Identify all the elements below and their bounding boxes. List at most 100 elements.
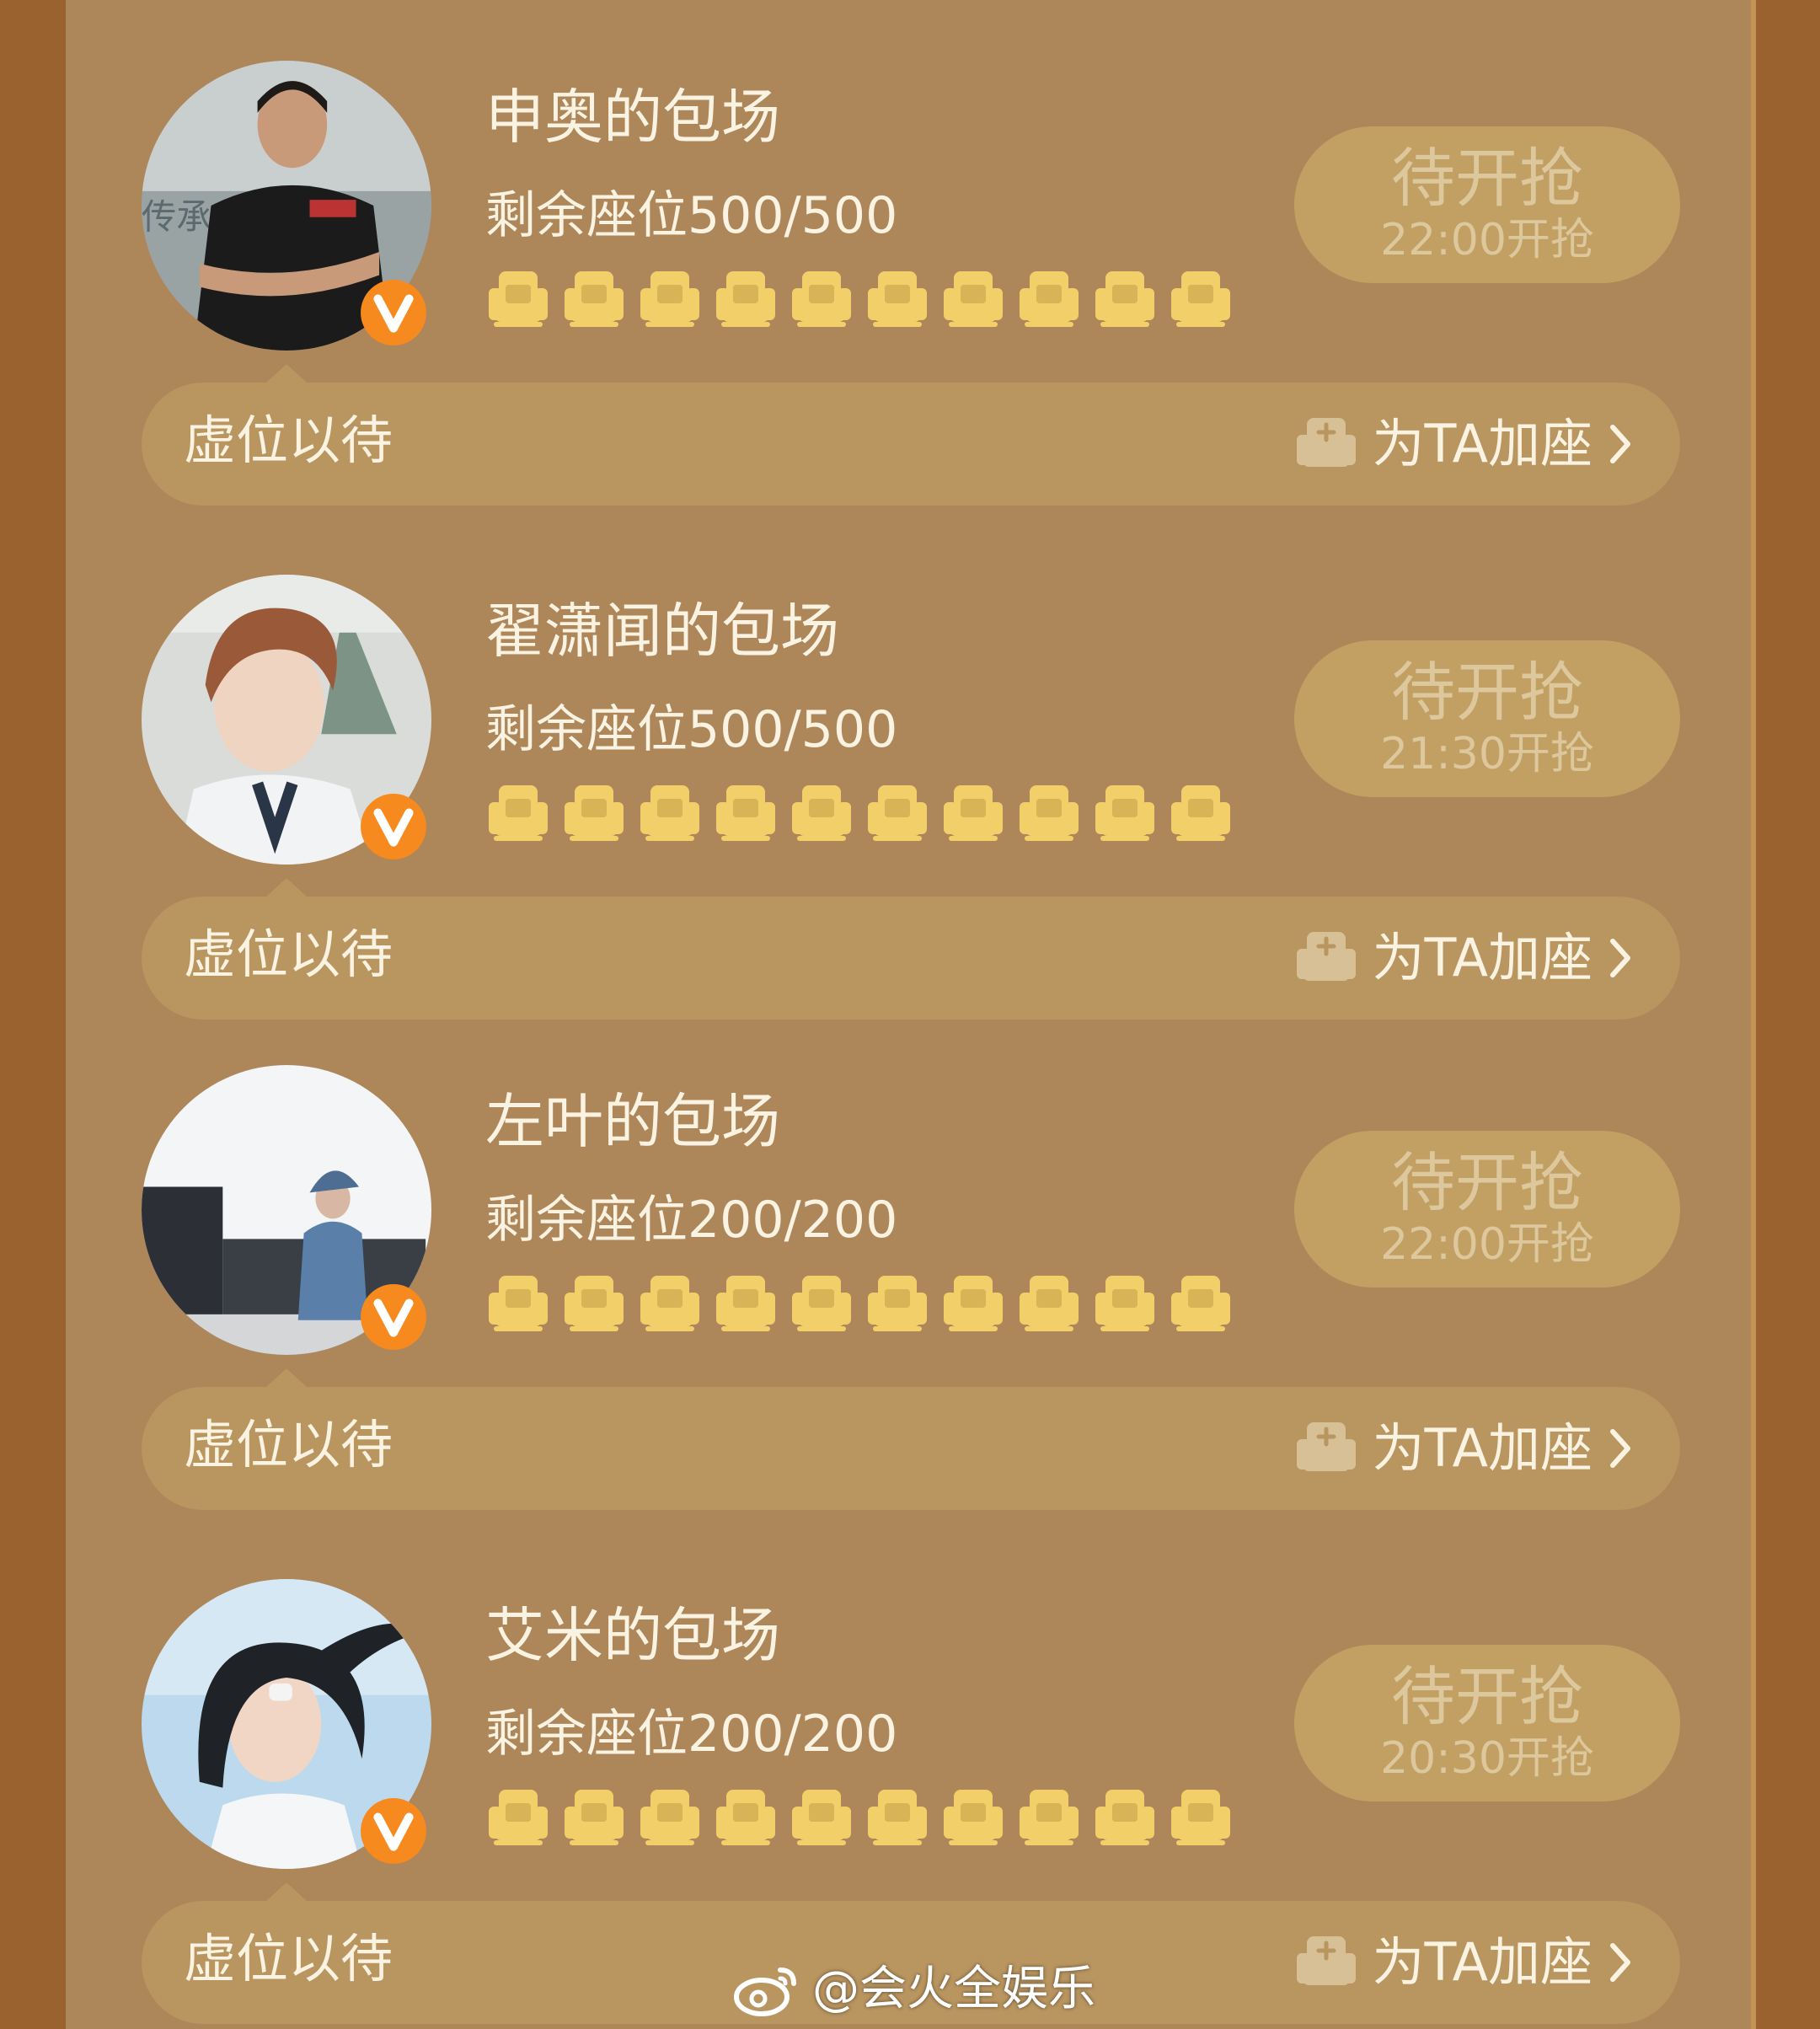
seat-icon [563,780,625,844]
seat-icon [1018,266,1080,330]
grab-status: 待开抢 [1391,654,1583,730]
verified-v-icon [359,1282,428,1352]
seat-icon [866,1785,929,1849]
chevron-right-icon [1608,1427,1633,1470]
seat-icons [487,1271,1232,1335]
seat-icon [942,1271,1004,1335]
session-title: 申奥的包场 [485,83,780,152]
grab-open-time: 21:30开抢 [1380,729,1594,780]
weibo-watermark: @会火全娱乐 [733,1953,1095,2026]
seat-icon [1094,1785,1156,1849]
seat-icons [487,780,1232,844]
remaining-seats: 剩余座位500/500 [485,700,898,759]
seat-icon [866,1271,929,1335]
seat-icon [639,1271,701,1335]
waiting-label: 虚位以待 [184,1928,393,1989]
svg-text:传承: 传承 [142,197,211,238]
grab-button[interactable]: 待开抢 22:00开抢 [1294,1131,1680,1288]
seat-icon [942,266,1004,330]
waiting-bar[interactable]: 虚位以待 为TA加座 [142,383,1680,506]
seat-icon [866,780,929,844]
seat-icon [790,780,853,844]
seat-icon [866,266,929,330]
add-seat-label: 为TA加座 [1372,413,1592,474]
seat-icon [639,1785,701,1849]
seat-icon [1094,266,1156,330]
seat-icons [487,1785,1232,1849]
seat-icons [487,266,1232,330]
bar-pointer [266,1368,307,1387]
remaining-seats: 剩余座位500/500 [485,186,898,245]
bar-pointer [266,878,307,897]
chevron-right-icon [1608,1941,1633,1984]
add-seat-link[interactable]: 为TA加座 [1295,411,1633,477]
session-title: 翟潇闻的包场 [485,597,839,666]
session-card: 左叶的包场 剩余座位200/200 待开抢 22:00开抢 虚位以待 为TA加座 [66,1004,1754,1510]
add-seat-icon [1295,1419,1357,1478]
waiting-bar[interactable]: 虚位以待 为TA加座 [142,897,1680,1020]
session-title: 艾米的包场 [485,1601,780,1670]
seat-icon [487,1271,549,1335]
add-seat-icon [1295,415,1357,474]
seat-icon [1018,780,1080,844]
seat-icon [790,266,853,330]
seat-icon [1170,266,1232,330]
watermark-text: @会火全娱乐 [812,1962,1095,2016]
session-list-panel: 传承 申奥的包场 剩余座位500/500 待开抢 22:00开抢 虚位以待 为T… [66,0,1754,2029]
waiting-label: 虚位以待 [184,923,393,985]
grab-status: 待开抢 [1391,1658,1583,1734]
seat-icon [563,1271,625,1335]
verified-v-icon [359,1796,428,1866]
seat-icon [1094,1271,1156,1335]
add-seat-label: 为TA加座 [1372,1931,1592,1993]
chevron-right-icon [1608,422,1633,466]
weibo-logo-icon [733,1960,800,2019]
session-title: 左叶的包场 [485,1087,780,1156]
panel-right-edge [1751,0,1756,2029]
bar-pointer [266,1882,307,1901]
seat-icon [487,1785,549,1849]
waiting-label: 虚位以待 [184,1414,393,1475]
seat-icon [1018,1785,1080,1849]
grab-button[interactable]: 待开抢 22:00开抢 [1294,126,1680,283]
add-seat-link[interactable]: 为TA加座 [1295,1930,1633,1995]
seat-icon [790,1271,853,1335]
grab-open-time: 22:00开抢 [1380,215,1594,266]
seat-icon [1170,1271,1232,1335]
seat-icon [639,266,701,330]
seat-icon [563,266,625,330]
seat-icon [1094,780,1156,844]
waiting-label: 虚位以待 [184,410,393,471]
add-seat-icon [1295,1933,1357,1992]
bar-pointer [266,364,307,383]
seat-icon [715,266,777,330]
add-seat-icon [1295,929,1357,988]
grab-button[interactable]: 待开抢 21:30开抢 [1294,640,1680,797]
seat-icon [715,780,777,844]
session-card: 翟潇闻的包场 剩余座位500/500 待开抢 21:30开抢 虚位以待 为TA加… [66,514,1754,1020]
add-seat-label: 为TA加座 [1372,927,1592,988]
verified-v-icon [359,792,428,861]
seat-icon [942,780,1004,844]
seat-icon [1170,1785,1232,1849]
chevron-right-icon [1608,936,1633,980]
add-seat-link[interactable]: 为TA加座 [1295,1416,1633,1481]
add-seat-link[interactable]: 为TA加座 [1295,925,1633,991]
grab-button[interactable]: 待开抢 20:30开抢 [1294,1645,1680,1801]
seat-icon [1170,780,1232,844]
seat-icon [487,780,549,844]
seat-icon [1018,1271,1080,1335]
seat-icon [487,266,549,330]
waiting-bar[interactable]: 虚位以待 为TA加座 [142,1387,1680,1510]
seat-icon [790,1785,853,1849]
grab-open-time: 20:30开抢 [1380,1733,1594,1785]
seat-icon [639,780,701,844]
seat-icon [715,1785,777,1849]
grab-status: 待开抢 [1391,1144,1583,1220]
session-card: 传承 申奥的包场 剩余座位500/500 待开抢 22:00开抢 虚位以待 为T… [66,0,1754,506]
seat-icon [942,1785,1004,1849]
verified-v-icon [359,278,428,347]
remaining-seats: 剩余座位200/200 [485,1705,898,1764]
seat-icon [563,1785,625,1849]
seat-icon [715,1271,777,1335]
